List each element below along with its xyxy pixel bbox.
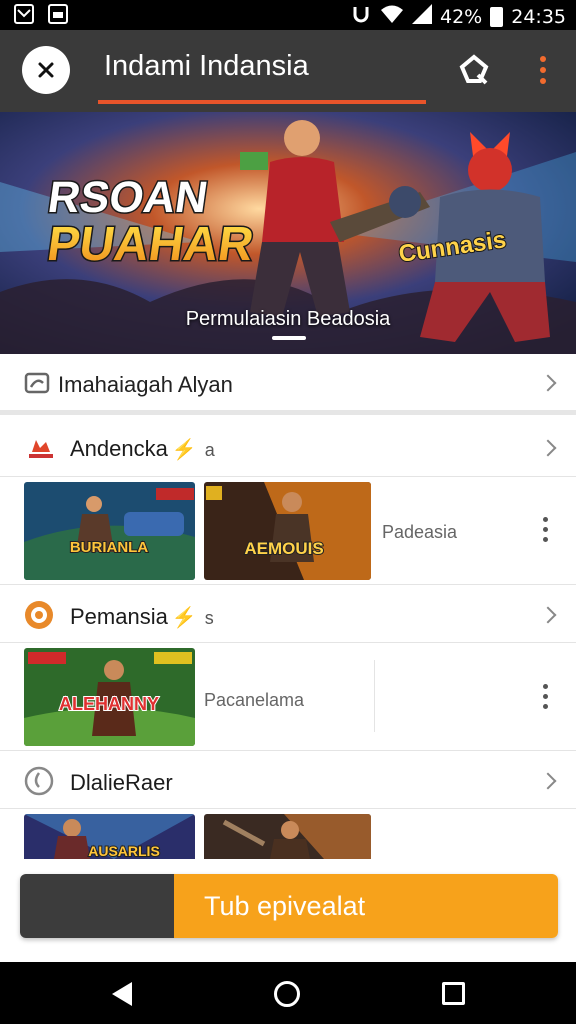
action-button-label: Tub epivealat — [174, 874, 558, 938]
more-vertical-icon[interactable] — [543, 517, 549, 542]
divider — [0, 476, 576, 477]
primary-action-button[interactable]: Tub epivealat — [20, 874, 558, 938]
home-icon[interactable] — [274, 981, 300, 1007]
status-bar: 42% 24:35 — [0, 0, 576, 30]
game-thumbnail[interactable]: BURIANLA — [24, 482, 195, 580]
system-nav-bar — [0, 962, 576, 1024]
section-suffix: a — [204, 440, 215, 460]
signal-icon — [412, 4, 432, 29]
divider — [374, 660, 375, 732]
app-bar: Indami Indansia — [0, 30, 576, 112]
game-thumbnail-art — [204, 814, 371, 859]
chevron-right-icon — [539, 772, 557, 790]
section-header-pemansia[interactable]: Pemansia ⚡ s — [0, 588, 576, 642]
game-thumbnail[interactable] — [204, 814, 371, 859]
search-button[interactable] — [456, 52, 492, 88]
battery-level: 42% — [440, 5, 483, 28]
thumbnail-title: AUSARLIS — [88, 843, 160, 859]
game-thumbnail-art: AEMOUIS — [204, 482, 371, 580]
game-thumbnail-art: ALEHANNY — [24, 648, 195, 746]
hero-caption: Permulaiasin Beadosia — [185, 308, 391, 330]
divider — [0, 410, 576, 415]
divider — [0, 750, 576, 751]
hero-banner[interactable]: RSOAN PUAHAR Cunnasis Permulaiasin Beado… — [0, 112, 576, 354]
list-item-label: Imahaiagah Alyan — [58, 372, 233, 397]
game-thumbnail-art: AUSARLIS — [24, 814, 195, 859]
search-icon — [459, 54, 489, 85]
wifi-icon — [380, 4, 404, 29]
section-title: Andencka — [70, 436, 168, 461]
thumbnail-title: AEMOUIS — [244, 539, 323, 558]
page-title: Indami Indansia — [104, 50, 309, 82]
more-vertical-icon — [540, 56, 546, 62]
back-icon[interactable] — [112, 982, 132, 1006]
flag-icon: ⚡ — [171, 439, 197, 461]
chevron-right-icon — [539, 439, 557, 457]
gallery-icon — [24, 371, 50, 400]
battery-icon — [490, 6, 504, 27]
section-header-dlalieraer[interactable]: DlalieRaer — [0, 754, 576, 808]
title-underline — [98, 100, 426, 104]
badge-icon — [24, 600, 54, 635]
section-header-andencka[interactable]: Andencka ⚡ a — [0, 420, 576, 476]
action-button-segment[interactable] — [20, 874, 174, 938]
section-title: Pemansia — [70, 604, 168, 629]
recents-icon[interactable] — [442, 982, 465, 1005]
game-thumbnail[interactable]: AUSARLIS — [24, 814, 195, 859]
divider — [0, 584, 576, 585]
image-notification-icon — [48, 4, 68, 24]
mail-icon — [14, 4, 34, 24]
list-item-gallery[interactable]: Imahaiagah Alyan — [0, 356, 576, 410]
item-caption: Padeasia — [382, 522, 458, 542]
hero-logo-line-1: RSOAN — [45, 173, 211, 222]
more-vertical-icon[interactable] — [543, 684, 549, 709]
chevron-right-icon — [539, 606, 557, 624]
more-options-button[interactable] — [530, 52, 556, 88]
game-thumbnail[interactable]: ALEHANNY — [24, 648, 195, 746]
chevron-right-icon — [539, 374, 557, 392]
thumbnail-title: ALEHANNY — [59, 694, 159, 714]
clock: 24:35 — [511, 5, 566, 28]
game-thumbnail[interactable]: AEMOUIS — [204, 482, 371, 580]
close-button[interactable] — [22, 46, 70, 94]
carousel-indicator[interactable] — [272, 336, 306, 340]
section-suffix: s — [204, 608, 214, 628]
hero-logo-line-2: PUAHAR — [44, 217, 257, 271]
section-title: DlalieRaer — [70, 770, 173, 795]
sync-icon — [350, 3, 372, 30]
divider — [0, 808, 576, 809]
close-icon — [38, 62, 54, 78]
fire-icon — [26, 436, 56, 465]
game-thumbnail-art: BURIANLA — [24, 482, 195, 580]
divider — [0, 642, 576, 643]
thumbnail-title: BURIANLA — [70, 539, 148, 556]
flag-icon: ⚡ — [171, 607, 197, 629]
history-icon — [24, 766, 54, 801]
item-caption: Pacanelama — [204, 690, 305, 710]
